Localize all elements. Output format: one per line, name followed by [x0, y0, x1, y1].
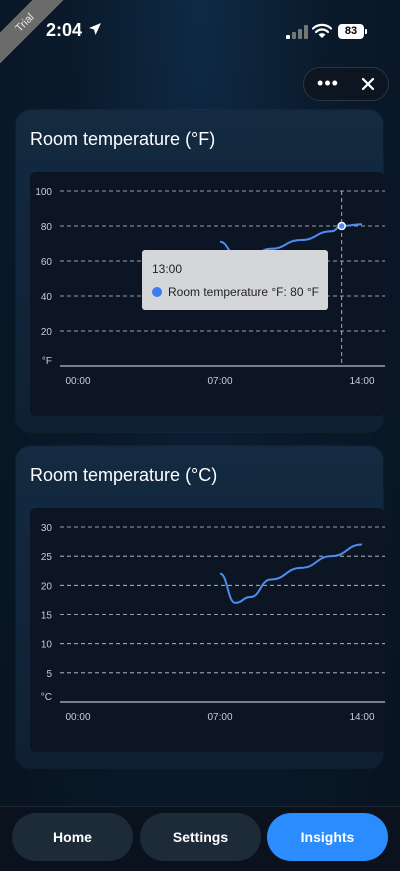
status-time: 2:04	[46, 20, 83, 40]
y-tick-label: 10	[41, 640, 53, 651]
window-controls: •••	[303, 67, 389, 101]
tooltip-value: Room temperature °F: 80 °F	[168, 285, 319, 299]
x-tick-label: 00:00	[65, 376, 90, 387]
chart-plot-area: 30 25 20 15 10 5 °C 00:00 07:00 14:00	[30, 508, 385, 752]
y-tick-label: 15	[41, 611, 53, 622]
chart-plot-area: 100 80 60 40 20 °F 00:00 07:00 14:00 13:00 Room te…	[30, 172, 385, 416]
close-icon[interactable]	[352, 70, 384, 98]
chart-card-fahrenheit: Room temperature (°F) 100 80 60 40 20 °F 00:00…	[16, 110, 385, 432]
battery-icon: 83	[338, 24, 364, 39]
x-tick-label: 14:00	[349, 712, 374, 723]
y-unit-label: °F	[42, 356, 52, 367]
tab-settings[interactable]: Settings	[140, 813, 261, 861]
chart-title: Room temperature (°C)	[30, 465, 218, 485]
y-tick-label: 25	[41, 552, 53, 563]
chart-card-celsius: Room temperature (°C) 30 25 20 15 10 5 °C 00:00…	[16, 446, 385, 768]
x-tick-label: 00:00	[65, 712, 90, 723]
status-bar: 2:04 83	[0, 0, 400, 62]
chart-tooltip: 13:00 Room temperature °F: 80 °F	[142, 250, 328, 310]
x-tick-label: 07:00	[207, 712, 232, 723]
wifi-icon	[312, 23, 332, 38]
y-tick-label: 40	[41, 292, 53, 303]
cellular-signal-icon	[286, 25, 308, 39]
tooltip-time: 13:00	[152, 262, 182, 276]
x-tick-label: 14:00	[349, 376, 374, 387]
y-tick-label: 60	[41, 257, 53, 268]
chart-title: Room temperature (°F)	[30, 129, 216, 149]
chart-celsius: 30 25 20 15 10 5 °C 00:00 07:00 14:00	[41, 523, 385, 723]
hover-point-marker	[337, 221, 346, 231]
y-tick-label: 30	[41, 523, 53, 534]
more-options-button[interactable]: •••	[312, 70, 344, 98]
chart-fahrenheit: 100 80 60 40 20 °F 00:00 07:00 14:00 13:00 Room te…	[35, 187, 385, 387]
tab-home[interactable]: Home	[12, 813, 133, 861]
battery-level: 83	[344, 25, 358, 37]
tooltip-series-dot	[152, 287, 162, 297]
location-arrow-icon	[89, 23, 101, 35]
x-tick-label: 07:00	[207, 376, 232, 387]
tab-insights[interactable]: Insights	[267, 813, 388, 861]
y-unit-label: °C	[41, 692, 52, 703]
y-tick-label: 80	[41, 222, 53, 233]
battery-tip	[365, 29, 367, 34]
tooltip-box	[142, 250, 328, 310]
y-tick-label: 100	[35, 187, 52, 198]
bottom-tab-bar: Home Settings Insights	[0, 806, 400, 871]
y-tick-label: 20	[41, 327, 53, 338]
y-tick-label: 20	[41, 581, 53, 592]
y-tick-label: 5	[46, 669, 52, 680]
series-line	[219, 543, 363, 604]
